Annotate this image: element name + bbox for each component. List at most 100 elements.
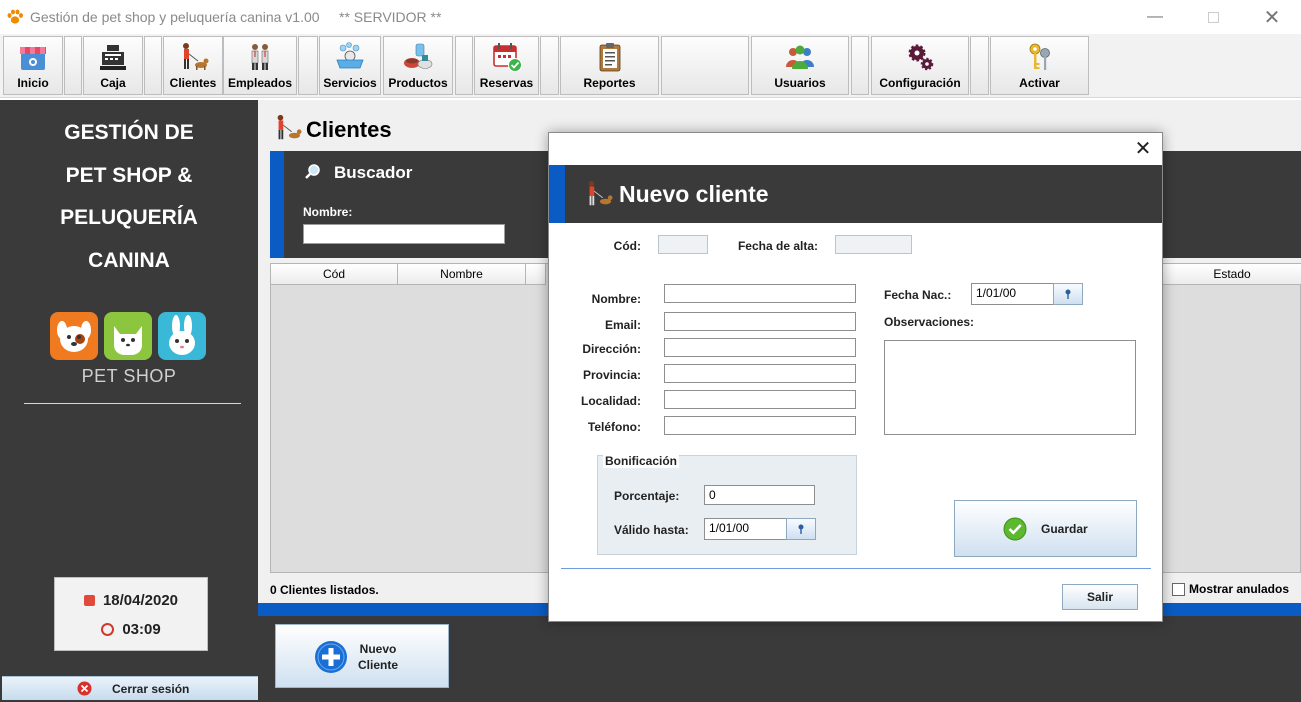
main-toolbar: Inicio Caja Clientes Empleados Servicios… xyxy=(0,34,1301,98)
column-header[interactable] xyxy=(526,264,546,285)
search-title: Buscador xyxy=(334,163,413,182)
minimize-button[interactable]: — xyxy=(1143,6,1167,28)
bonificacion-legend: Bonificación xyxy=(603,454,680,468)
toolbar-clientes-button[interactable]: Clientes xyxy=(163,36,223,95)
telefono-input[interactable] xyxy=(664,416,856,435)
products-icon xyxy=(404,43,433,69)
column-header-estado[interactable]: Estado xyxy=(1162,264,1301,285)
save-button[interactable]: Guardar xyxy=(954,500,1137,557)
logout-button[interactable]: Cerrar sesión xyxy=(2,676,258,700)
current-date: 18/04/2020 xyxy=(102,592,179,609)
email-label: Email: xyxy=(604,318,641,332)
title-bar: Gestión de pet shop y peluquería canina … xyxy=(0,0,1301,34)
fecha-nac-picker-button[interactable] xyxy=(1053,283,1083,305)
search-icon xyxy=(305,164,320,179)
brand-line: PET SHOP & xyxy=(65,164,193,187)
check-circle-icon xyxy=(1003,517,1027,541)
employees-icon xyxy=(251,44,269,70)
toolbar-productos-button[interactable]: Productos xyxy=(383,36,453,95)
valido-hasta-label: Válido hasta: xyxy=(614,523,689,537)
toolbar-spacer xyxy=(540,36,559,95)
porcentaje-input[interactable]: 0 xyxy=(704,485,815,505)
telefono-label: Teléfono: xyxy=(587,420,641,434)
valido-hasta-input[interactable]: 1/01/00 xyxy=(704,518,787,540)
toolbar-label: Empleados xyxy=(227,76,293,90)
toolbar-servicios-button[interactable]: Servicios xyxy=(319,36,381,95)
date-row: 18/04/2020 xyxy=(55,592,207,609)
paw-icon xyxy=(7,9,23,24)
nombre-input[interactable] xyxy=(664,284,856,303)
toolbar-inicio-button[interactable]: Inicio xyxy=(3,36,63,95)
person-walking-dog-icon xyxy=(183,43,209,70)
new-client-button[interactable]: Nuevo Cliente xyxy=(275,624,449,688)
logout-label: Cerrar sesión xyxy=(112,682,190,696)
toolbar-reservas-button[interactable]: Reservas xyxy=(474,36,539,95)
email-input[interactable] xyxy=(664,312,856,331)
alta-label: Fecha de alta: xyxy=(737,239,818,253)
search-name-input[interactable] xyxy=(303,224,505,244)
direccion-label: Dirección: xyxy=(582,342,641,356)
toolbar-activar-button[interactable]: Activar xyxy=(990,36,1089,95)
person-walking-dog-icon xyxy=(588,180,613,206)
porcentaje-label: Porcentaje: xyxy=(614,489,680,503)
dialog-header: Nuevo cliente xyxy=(549,165,1162,223)
observaciones-textarea[interactable] xyxy=(884,340,1136,435)
datetime-panel: 18/04/2020 03:09 xyxy=(54,577,208,651)
show-void-checkbox[interactable]: Mostrar anulados xyxy=(1172,582,1289,596)
sidebar: GESTIÓN DE PET SHOP & PELUQUERÍA CANINA … xyxy=(0,100,258,702)
toolbar-caja-button[interactable]: Caja xyxy=(83,36,143,95)
valido-hasta-picker-button[interactable] xyxy=(786,518,816,540)
person-walking-dog-icon xyxy=(277,114,302,140)
toolbar-label: Configuración xyxy=(879,76,961,90)
plus-circle-icon xyxy=(315,641,347,673)
checkbox-box[interactable] xyxy=(1172,582,1185,596)
brand-line: CANINA xyxy=(88,249,170,272)
toolbar-label: Usuarios xyxy=(774,76,826,90)
toolbar-usuarios-button[interactable]: Usuarios xyxy=(751,36,849,95)
bonificacion-group: Bonificación Porcentaje: 0 Válido hasta:… xyxy=(597,454,857,555)
toolbar-label: Inicio xyxy=(17,76,49,90)
dialog-close-button[interactable]: ✕ xyxy=(1131,137,1155,161)
cat-icon xyxy=(104,312,152,360)
new-client-dialog: ✕ Nuevo cliente Cód: Fecha de alta: Nomb… xyxy=(548,132,1163,622)
bottom-bar: Nuevo Cliente xyxy=(258,616,1301,702)
pin-icon xyxy=(1065,289,1071,299)
column-header-nombre[interactable]: Nombre xyxy=(398,264,526,285)
toolbar-reportes-button[interactable]: Reportes xyxy=(560,36,659,95)
minimize-icon: — xyxy=(1147,8,1163,25)
maximize-button[interactable] xyxy=(1201,6,1225,28)
toolbar-label: Caja xyxy=(100,76,126,90)
exit-button[interactable]: Salir xyxy=(1062,584,1138,610)
maximize-icon xyxy=(1207,11,1219,23)
brand-line: PELUQUERÍA xyxy=(60,206,198,229)
toolbar-spacer xyxy=(64,36,82,95)
provincia-label: Provincia: xyxy=(582,368,641,382)
column-header-cod[interactable]: Cód xyxy=(271,264,398,285)
clipboard-icon xyxy=(599,43,620,72)
name-label: Nombre: xyxy=(303,205,353,219)
toolbar-label: Servicios xyxy=(323,76,377,90)
users-icon xyxy=(786,45,814,69)
provincia-input[interactable] xyxy=(664,364,856,383)
brand-line: GESTIÓN DE xyxy=(64,121,194,144)
toolbar-spacer xyxy=(144,36,162,95)
close-circle-icon xyxy=(77,681,92,696)
direccion-input[interactable] xyxy=(664,338,856,357)
divider xyxy=(24,403,241,404)
fecha-nac-input[interactable]: 1/01/00 xyxy=(971,283,1054,305)
close-icon: ✕ xyxy=(1263,6,1281,29)
toolbar-spacer xyxy=(455,36,473,95)
localidad-input[interactable] xyxy=(664,390,856,409)
page-title: Clientes xyxy=(306,117,392,142)
toolbar-spacer xyxy=(298,36,318,95)
fecha-nac-label: Fecha Nac.: xyxy=(884,288,952,302)
dog-icon xyxy=(50,312,98,360)
toolbar-label: Clientes xyxy=(169,76,217,90)
close-icon: ✕ xyxy=(1134,138,1152,160)
toolbar-configuracion-button[interactable]: Configuración xyxy=(871,36,969,95)
toolbar-label: Activar xyxy=(1019,76,1060,90)
toolbar-empleados-button[interactable]: Empleados xyxy=(223,36,297,95)
divider xyxy=(561,568,1151,569)
close-window-button[interactable]: ✕ xyxy=(1260,6,1284,29)
current-time: 03:09 xyxy=(122,621,161,638)
